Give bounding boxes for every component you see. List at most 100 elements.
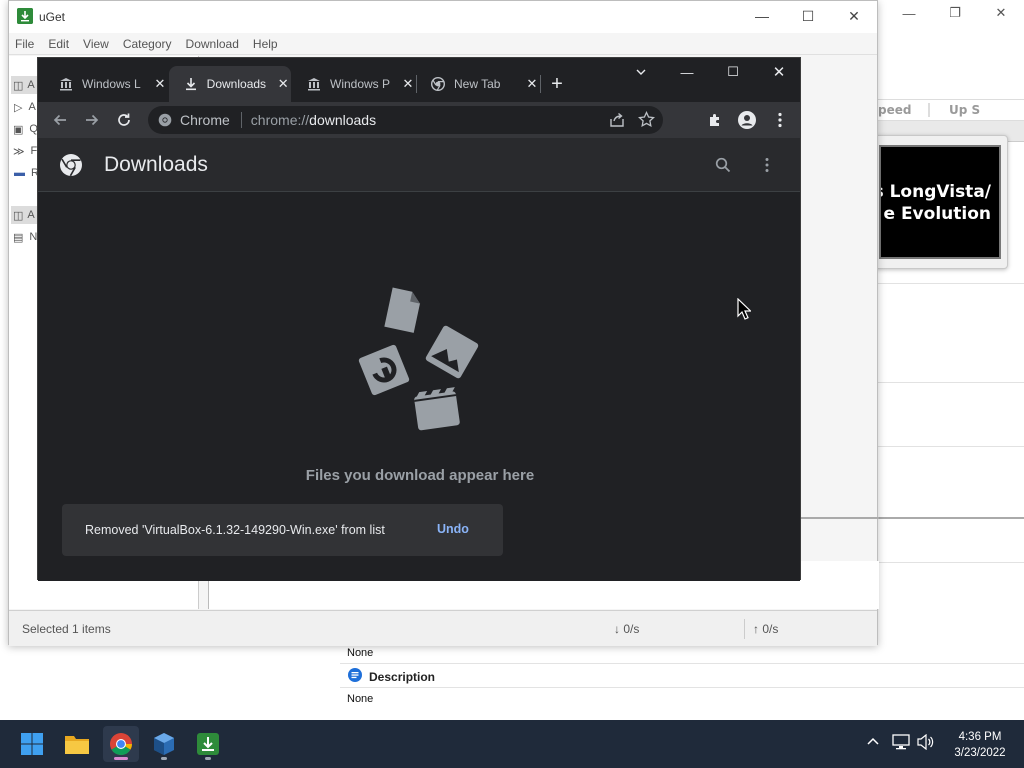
sidebar-item-active[interactable]: ▷ A — [11, 98, 39, 116]
download-icon — [183, 76, 199, 92]
video-icon — [414, 387, 460, 431]
downloads-header: Downloads — [38, 138, 800, 192]
volume-status[interactable] — [917, 734, 935, 750]
properties-panel: None Description None — [340, 645, 1024, 720]
uget-app-icon — [17, 8, 33, 24]
uget-titlebar[interactable]: uGet — ☐ ✕ — [9, 1, 877, 33]
mouse-cursor — [737, 298, 751, 320]
close-tab-icon[interactable]: ✕ — [152, 76, 168, 92]
removed-toast: Removed 'VirtualBox-6.1.32-149290-Win.ex… — [62, 504, 503, 556]
close-tab-icon[interactable]: ✕ — [400, 76, 416, 92]
site-chip-label: Chrome — [180, 112, 230, 128]
column-up-speed[interactable]: Up S — [949, 103, 980, 117]
uget-maximize-button[interactable]: ☐ — [785, 1, 831, 31]
network-status[interactable] — [892, 734, 910, 750]
profile-button[interactable] — [733, 106, 761, 134]
chrome-menu-button[interactable] — [766, 106, 794, 134]
menu-help[interactable]: Help — [247, 33, 286, 54]
sidebar-item-recycled[interactable]: ▬ R — [11, 164, 39, 182]
sidebar-category-2[interactable]: ◫ A — [11, 206, 39, 224]
tab-new-tab[interactable]: New Tab ✕ — [416, 66, 540, 102]
virtualbox-icon — [154, 733, 174, 755]
queue-icon: ▣ — [13, 123, 24, 136]
tab-strip: Windows L ✕ Downloads ✕ Windows P ✕ New … — [38, 58, 800, 102]
chrome-toolbar: Chrome chrome://downloads — [38, 102, 800, 138]
sidebar-item-queuing[interactable]: ▣ Q — [11, 120, 39, 138]
document-icon — [384, 287, 420, 333]
chrome-maximize-button[interactable]: ☐ — [710, 58, 756, 86]
downloads-list-area: Files you download appear here Removed '… — [38, 193, 800, 581]
chrome-minimize-button[interactable]: — — [664, 58, 710, 86]
sidebar-item-finished[interactable]: ≫ F — [11, 142, 39, 160]
category-icon: ◫ — [13, 209, 24, 222]
search-icon[interactable] — [715, 157, 731, 176]
tab-search-button[interactable] — [618, 58, 664, 86]
tab-windows-l[interactable]: Windows L ✕ — [44, 66, 168, 102]
clock-time: 4:36 PM — [958, 731, 1002, 743]
menu-file[interactable]: File — [9, 33, 42, 54]
bg-close-button[interactable]: ✕ — [978, 0, 1024, 26]
show-hidden-icons-button[interactable] — [866, 734, 880, 748]
undo-button[interactable]: Undo — [437, 522, 469, 536]
taskbar-uget[interactable] — [190, 726, 226, 762]
tab-downloads[interactable]: Downloads ✕ — [169, 66, 291, 102]
more-actions-icon[interactable] — [765, 157, 769, 176]
close-tab-icon[interactable]: ✕ — [275, 76, 291, 92]
menu-download[interactable]: Download — [180, 33, 247, 54]
start-icon — [21, 733, 43, 755]
start-button[interactable] — [14, 726, 50, 762]
close-tab-icon[interactable]: ✕ — [524, 76, 540, 92]
bg-minimize-button[interactable]: — — [886, 0, 932, 26]
menu-category[interactable]: Category — [117, 33, 180, 54]
description-value: None — [347, 693, 374, 705]
sidebar-label: A — [27, 79, 35, 91]
toast-message: Removed 'VirtualBox-6.1.32-149290-Win.ex… — [85, 523, 385, 537]
tab-label: New Tab — [454, 77, 501, 91]
description-icon — [347, 667, 363, 686]
sidebar-label: A — [28, 101, 36, 113]
forward-button[interactable] — [78, 106, 106, 134]
menu-edit[interactable]: Edit — [42, 33, 77, 54]
chevron-up-icon — [867, 737, 879, 745]
tab-label: Windows P — [330, 77, 391, 91]
share-icon[interactable] — [609, 112, 625, 131]
audio-icon — [358, 344, 410, 396]
chrome-logo-icon — [59, 153, 83, 180]
uget-minimize-button[interactable]: — — [739, 1, 785, 31]
new-tab-button[interactable]: + — [543, 70, 571, 98]
uget-close-button[interactable]: ✕ — [831, 1, 877, 31]
tab-windows-p[interactable]: Windows P ✕ — [292, 66, 416, 102]
taskbar-chrome[interactable] — [103, 726, 139, 762]
back-button[interactable] — [46, 106, 74, 134]
volume-icon — [917, 734, 934, 750]
column-speed[interactable]: peed — [878, 103, 911, 117]
property-value: None — [347, 647, 374, 659]
download-speed: ↓ 0/s — [614, 622, 640, 636]
column-divider — [928, 103, 930, 117]
url-text: chrome://downloads — [251, 112, 376, 128]
extensions-button[interactable] — [701, 106, 729, 134]
tab-label: Windows L — [82, 77, 141, 91]
url-scheme: chrome:// — [250, 112, 310, 128]
finished-icon: ≫ — [13, 145, 25, 158]
sidebar-item-new[interactable]: ▤ N — [11, 228, 39, 246]
address-bar[interactable]: Chrome chrome://downloads — [148, 106, 663, 134]
uget-title: uGet — [39, 10, 66, 24]
taskbar-virtualbox[interactable] — [146, 726, 182, 762]
uget-icon — [197, 733, 219, 755]
museum-icon — [306, 76, 322, 92]
bg-restore-button[interactable]: ❐ — [932, 0, 978, 26]
thumbnail-text-line2: e Evolution — [883, 204, 992, 224]
description-label: Description — [369, 669, 436, 684]
sidebar-category-all[interactable]: ◫ A — [11, 76, 39, 94]
reload-button[interactable] — [110, 106, 138, 134]
taskbar-clock[interactable]: 4:36 PM 3/23/2022 — [948, 729, 1012, 761]
menu-view[interactable]: View — [77, 33, 117, 54]
chrome-close-button[interactable]: ✕ — [756, 58, 802, 86]
thumbnail-preview[interactable]: s LongVista/ e Evolution — [874, 135, 1008, 269]
document-icon: ▤ — [13, 231, 24, 244]
uget-statusbar: Selected 1 items ↓ 0/s ↑ 0/s — [9, 610, 877, 646]
bookmark-star-icon[interactable] — [638, 110, 655, 131]
taskbar-file-explorer[interactable] — [59, 726, 95, 762]
page-title: Downloads — [104, 153, 208, 176]
